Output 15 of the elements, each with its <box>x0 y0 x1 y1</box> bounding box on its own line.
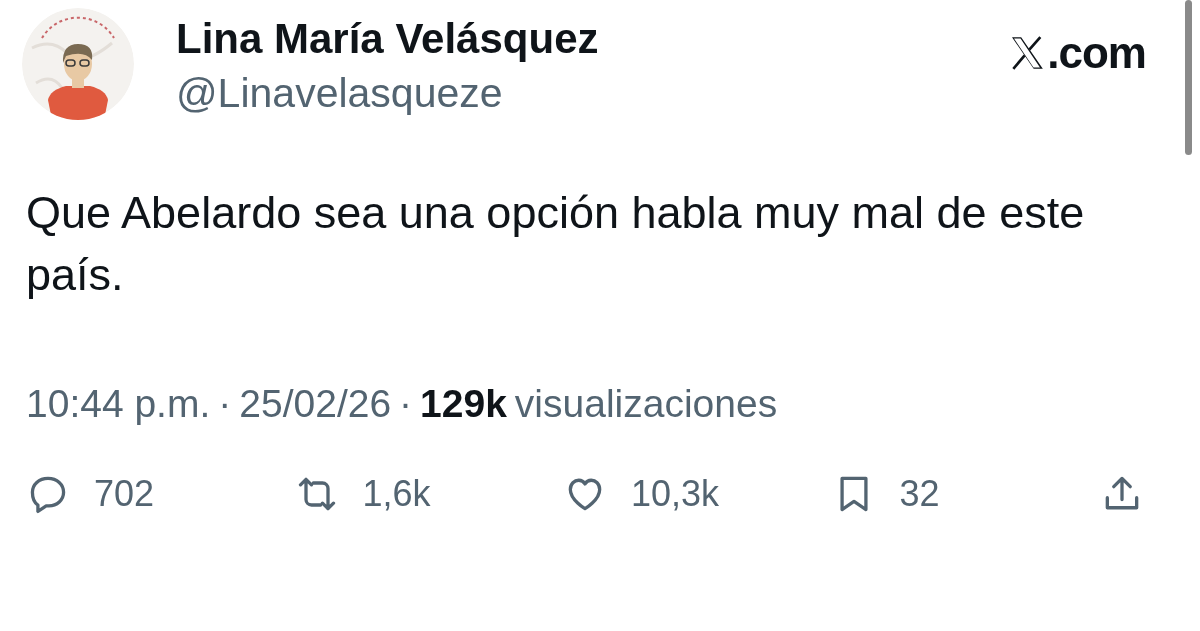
reply-button[interactable]: 702 <box>26 472 276 516</box>
separator-dot: · <box>399 382 413 426</box>
view-count: 129k <box>420 382 507 426</box>
tweet-time[interactable]: 10:44 p.m. <box>26 382 211 426</box>
tweet-text: Que Abelardo sea una opción habla muy mal de este país. <box>26 186 1086 302</box>
separator-dot: · <box>218 382 232 426</box>
views-label: visualizaciones <box>514 382 778 426</box>
repost-button[interactable]: 1,6k <box>294 472 545 516</box>
scrollbar[interactable] <box>1185 0 1192 155</box>
like-button[interactable]: 10,3k <box>563 472 813 516</box>
bookmark-button[interactable]: 32 <box>831 472 1082 516</box>
site-domain: .com <box>1047 28 1146 78</box>
tweet-date[interactable]: 25/02/26 <box>239 382 392 426</box>
author-name[interactable]: Lina María Velásquez <box>176 14 1008 64</box>
author-handle[interactable]: @Linavelasqueze <box>176 68 1008 118</box>
